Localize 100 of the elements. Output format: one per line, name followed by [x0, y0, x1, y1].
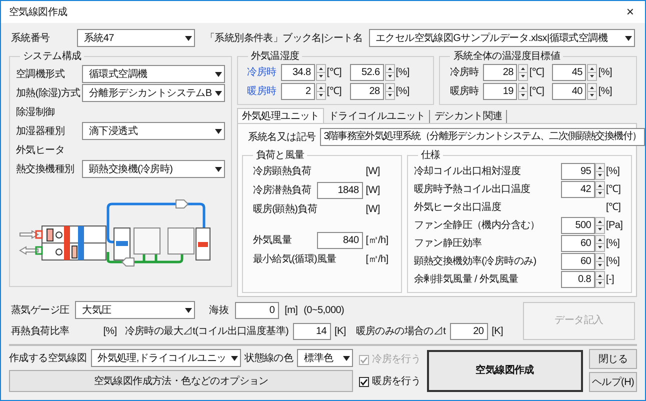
number-field[interactable]: 95 — [561, 163, 595, 180]
unit-label: [℃] — [605, 201, 622, 215]
spin-button[interactable] — [595, 235, 605, 252]
unit-label: [-] — [605, 273, 615, 287]
number-field[interactable]: 14 — [292, 322, 331, 340]
spin-button[interactable] — [595, 271, 605, 288]
text-field[interactable]: 3階事務室外気処理系統（分離形デシカントシステム、二次側顕熱交換機付） — [320, 128, 645, 146]
close-button[interactable]: × — [615, 1, 645, 23]
group-title: 負荷と風量 — [256, 150, 304, 161]
unit-label: [℃] — [529, 85, 546, 99]
number-field[interactable]: 840 — [316, 232, 363, 249]
field-label: 冷房顕熱負荷 — [252, 164, 312, 179]
spin-button[interactable] — [595, 217, 605, 234]
spin-button[interactable] — [587, 64, 598, 81]
number-field[interactable]: 60 — [561, 235, 595, 252]
spin-button[interactable] — [316, 83, 326, 100]
unit-label: [㎥/h] — [364, 253, 390, 267]
dropdown[interactable]: 大気圧 — [75, 301, 196, 319]
field-label: 海抜 — [209, 304, 229, 318]
number-field[interactable]: 19 — [483, 83, 518, 100]
dropdown[interactable]: 分離形デシカントシステムB — [82, 84, 225, 102]
tab[interactable]: 外気処理ユニット — [236, 108, 324, 123]
dropdown[interactable]: 外気処理,ドライコイルユニッ — [90, 349, 241, 367]
caret-icon — [214, 72, 222, 76]
checkbox[interactable] — [359, 376, 370, 386]
caret-icon — [185, 308, 192, 312]
spin-button[interactable] — [384, 83, 395, 100]
range-label: (0~5,000) — [304, 304, 344, 318]
dropdown[interactable]: 循環式空調機 — [82, 65, 225, 83]
number-field[interactable]: 40 — [552, 83, 586, 100]
unit-label: [%] — [605, 165, 621, 179]
dropdown[interactable]: 滴下浸透式 — [82, 122, 225, 140]
unit-label: [℃] — [529, 66, 546, 80]
number-field[interactable]: 28 — [483, 64, 518, 81]
group-title: 外気温湿度 — [250, 51, 300, 62]
field-label: 暖房時予熱コイル出口温度 — [414, 182, 532, 197]
field-label: 熱交換機種別 — [16, 162, 76, 176]
spin-button[interactable] — [518, 83, 528, 100]
checkbox-label: 冷房を行う — [372, 352, 421, 367]
spin-button[interactable] — [595, 253, 605, 270]
season-label: 暖房時 — [448, 84, 480, 99]
number-field[interactable]: 1848 — [316, 182, 363, 199]
group-title: 系統全体の温湿度目標値 — [453, 51, 560, 62]
spin-button[interactable] — [587, 83, 598, 100]
field-label: 最小給気(循環)風量 — [252, 252, 338, 267]
field-label: ファン静圧効率 — [414, 236, 483, 251]
create-chart-button[interactable]: 空気線図作成 — [426, 350, 583, 392]
unit-label: [%] — [396, 85, 410, 99]
unit-label: [%] — [605, 255, 621, 269]
caret-icon — [343, 356, 350, 360]
field-label: 暖房のみの場合の⊿t — [356, 324, 446, 338]
dropdown[interactable]: 系統47 — [77, 29, 195, 47]
spin-button[interactable] — [518, 64, 528, 81]
number-field[interactable]: 500 — [561, 217, 595, 234]
unit-label: [%] — [598, 85, 613, 99]
dropdown[interactable]: エクセル空気線図Gサンプルデータ.xlsx|循環式空調機 — [368, 29, 635, 47]
field-label: 冷房潜熱負荷 — [252, 184, 312, 198]
unit-label: [%] — [103, 324, 117, 338]
unit-label: [K] — [492, 324, 503, 338]
number-field[interactable]: 60 — [561, 253, 595, 270]
group-title: システム構成 — [23, 51, 82, 62]
spin-button[interactable] — [316, 64, 326, 81]
field-label: 加熱(除湿)方式 — [16, 86, 82, 100]
number-field[interactable]: 34.8 — [280, 64, 315, 81]
unit-label: [℃] — [326, 85, 342, 99]
number-field[interactable]: 0 — [234, 302, 279, 318]
number-field[interactable]: 0.8 — [561, 271, 595, 288]
field-label: 外気風量 — [252, 234, 293, 248]
season-label: 冷房時 — [246, 66, 278, 80]
season-label: 冷房時 — [448, 66, 480, 80]
dropdown[interactable]: 顕熱交換機(冷房時) — [82, 160, 225, 178]
number-field[interactable]: 52.6 — [350, 64, 384, 81]
unit-label: [W] — [364, 165, 381, 179]
field-label: 外気ヒータ出口温度 — [414, 200, 502, 215]
spin-button[interactable] — [595, 163, 605, 180]
help-button[interactable]: ヘルプ(H) — [589, 372, 637, 392]
unit-label: [%] — [598, 66, 613, 80]
unit-label: [℃] — [605, 183, 622, 197]
number-field[interactable]: 20 — [450, 322, 488, 340]
unit-label: [m] — [284, 304, 298, 318]
caret-icon — [230, 356, 238, 360]
caret-icon — [214, 166, 222, 172]
unit-label: [W] — [364, 203, 381, 217]
number-field[interactable]: 28 — [350, 83, 384, 100]
group-title: 仕様 — [420, 150, 440, 161]
number-field[interactable]: 45 — [552, 64, 586, 81]
close-button[interactable]: 閉じる — [589, 349, 637, 369]
spin-button[interactable] — [384, 64, 395, 81]
caret-icon — [185, 36, 192, 40]
dropdown[interactable]: 標準色 — [297, 349, 354, 367]
field-label: 再熱負荷比率 — [11, 324, 70, 338]
spin-button[interactable] — [595, 181, 605, 198]
options-button[interactable]: 空気線図作成方法・色などのオプション — [9, 370, 354, 392]
field-label: 外気ヒータ — [16, 144, 66, 158]
field-label: 蒸気ゲージ圧 — [11, 304, 70, 318]
field-label: 暖房(顕熱)負荷 — [252, 202, 318, 217]
number-field[interactable]: 42 — [561, 181, 595, 198]
field-label: 系統名又は記号 — [248, 130, 316, 144]
caret-icon — [214, 90, 222, 96]
number-field[interactable]: 2 — [280, 83, 315, 100]
